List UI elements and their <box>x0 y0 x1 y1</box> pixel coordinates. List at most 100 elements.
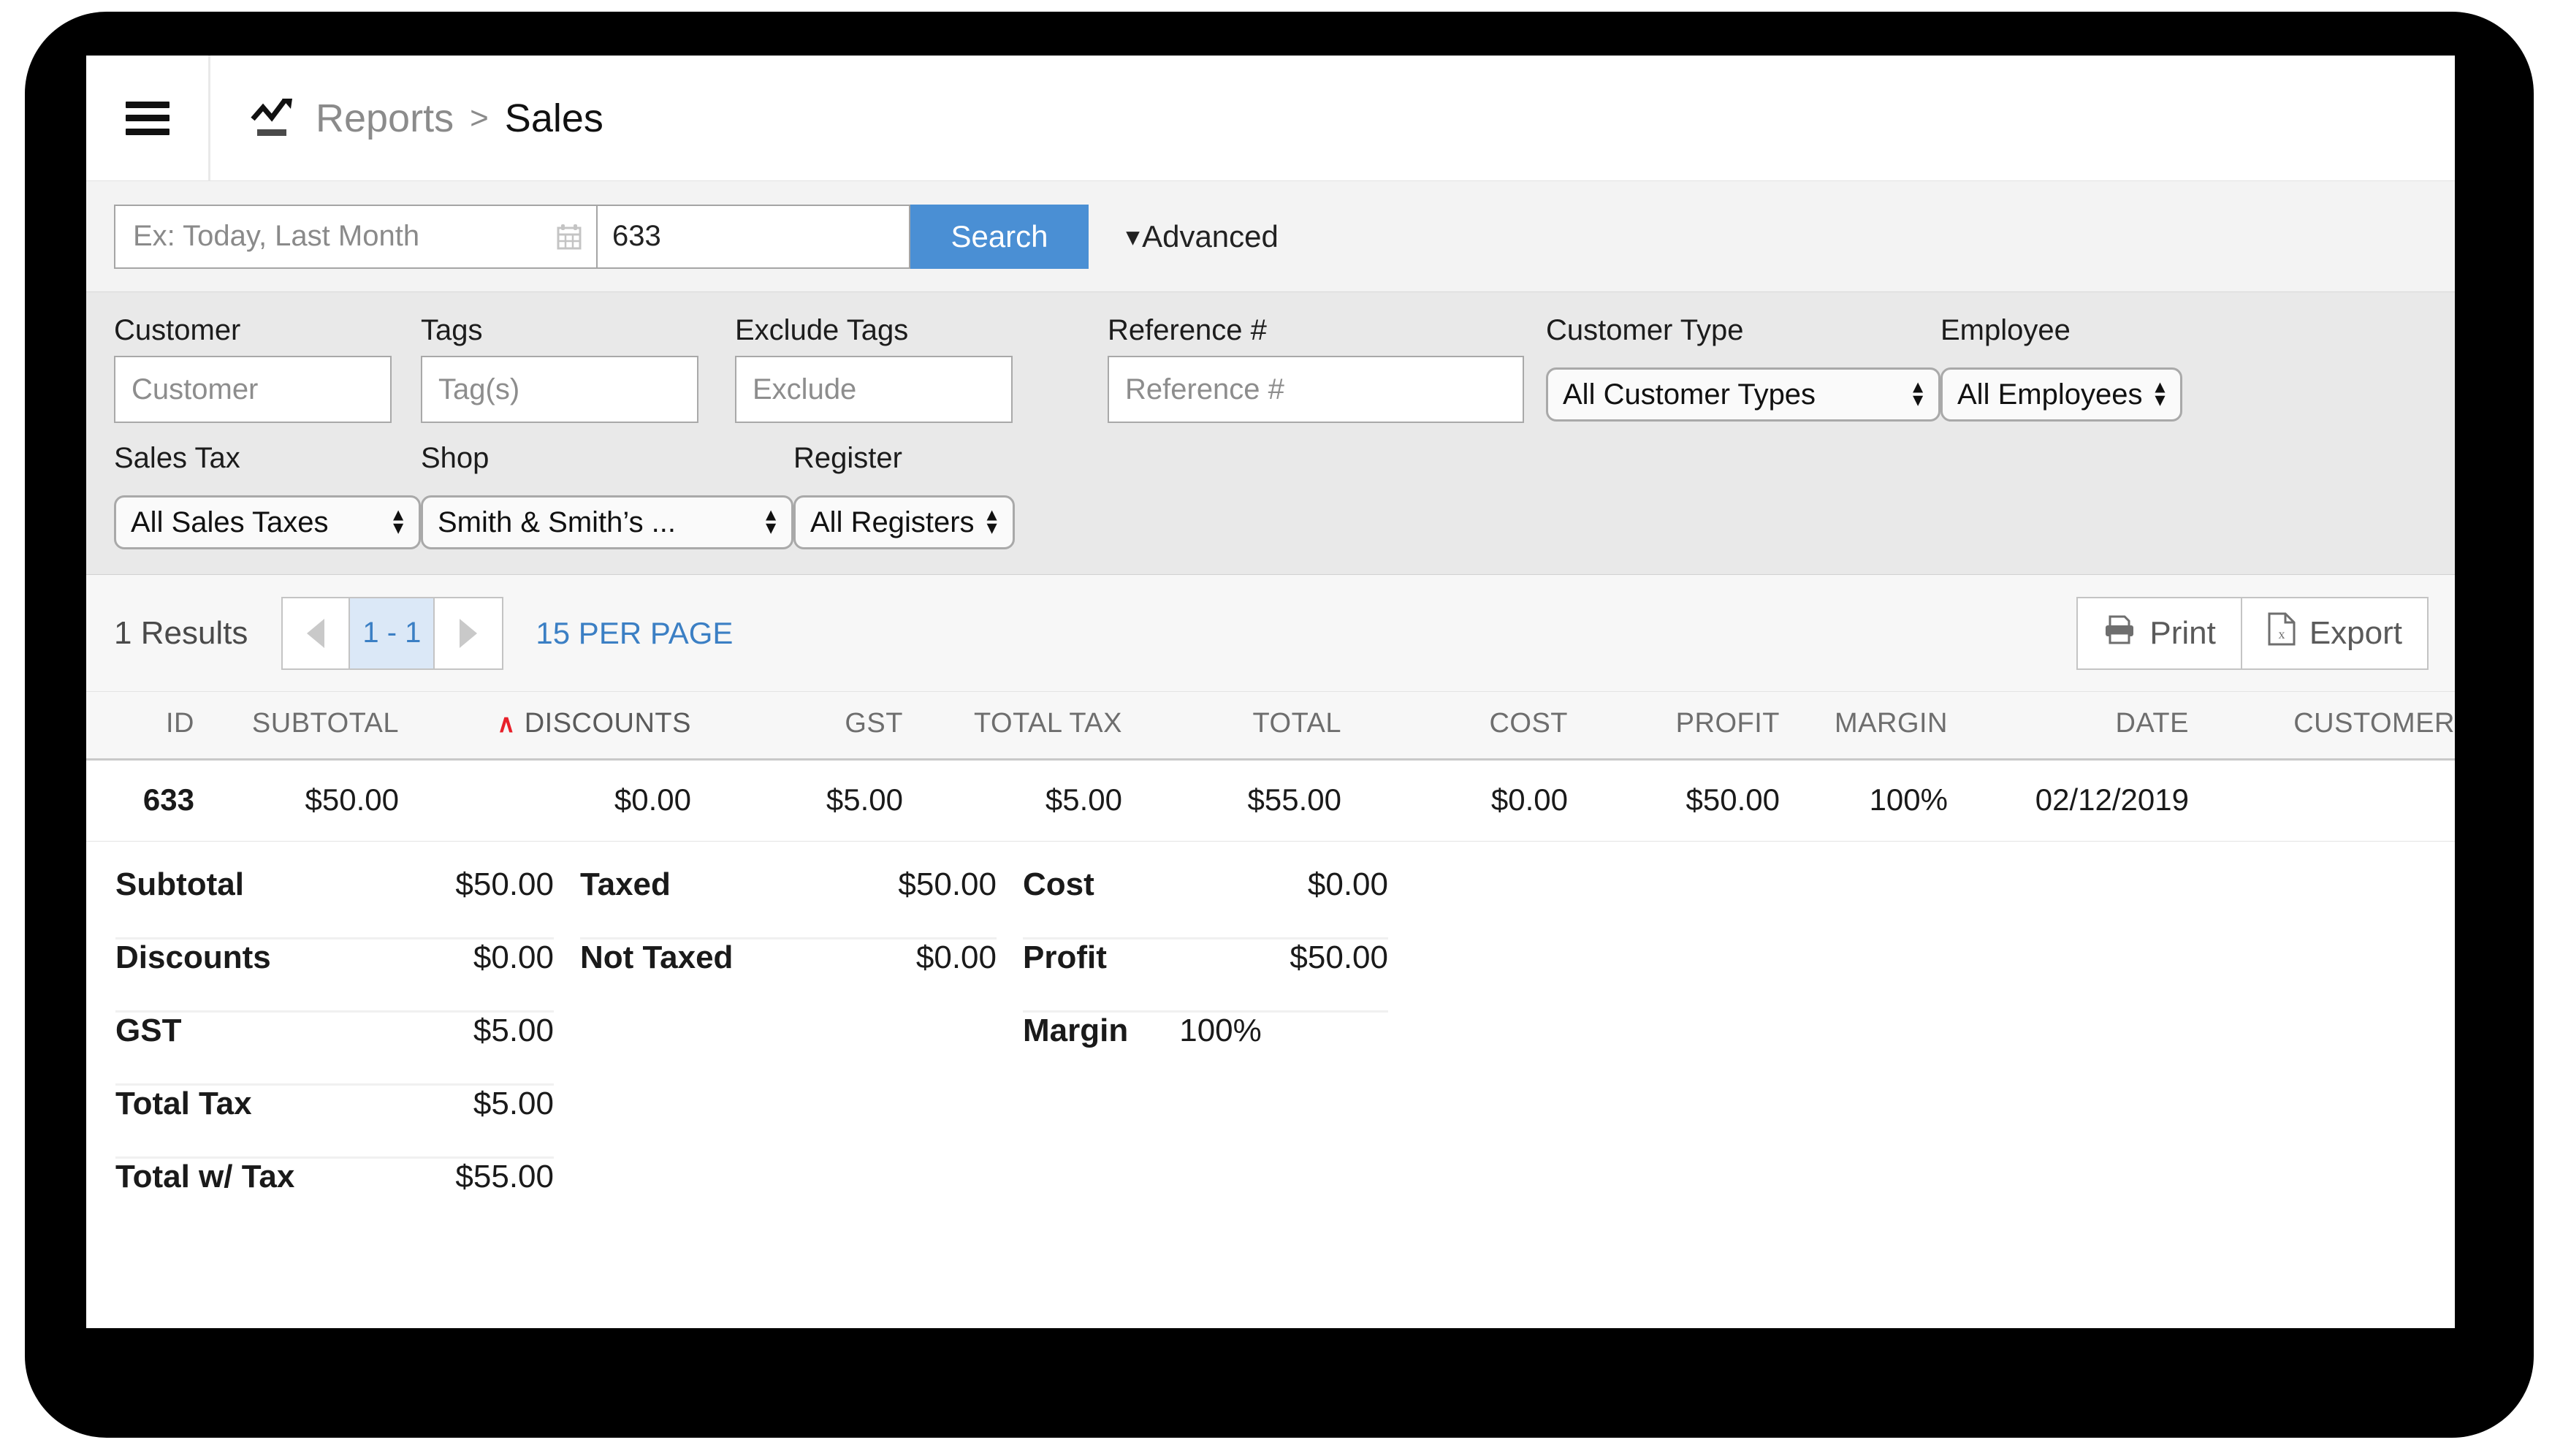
chevron-down-icon: ▾ <box>1127 222 1140 251</box>
pagination-prev-button[interactable] <box>283 598 351 668</box>
summary-value-total-with-tax: $55.00 <box>455 1159 554 1194</box>
hamburger-menu-button[interactable] <box>86 56 210 180</box>
sort-ascending-icon: ∧ <box>497 710 516 738</box>
column-header-id[interactable]: ID <box>86 692 194 761</box>
exclude-tags-input[interactable] <box>735 356 1013 423</box>
column-header-date[interactable]: DATE <box>1948 692 2189 761</box>
advanced-toggle[interactable]: ▾ Advanced <box>1127 219 1279 254</box>
line-chart-icon <box>250 98 295 138</box>
search-button[interactable]: Search <box>910 204 1089 269</box>
export-button[interactable]: x Export <box>2241 598 2427 668</box>
pagination: 1 - 1 <box>281 596 504 670</box>
column-header-discounts-label: DISCOUNTS <box>524 708 691 739</box>
summary-value-taxed: $50.00 <box>898 866 997 902</box>
summary-column-taxed: Taxed $50.00 Not Taxed $0.00 <box>580 866 997 1232</box>
summary-row-margin: Margin 100% <box>1023 1013 1388 1086</box>
sales-tax-value: All Sales Taxes <box>131 506 329 538</box>
cell-total: $55.00 <box>1122 759 1341 842</box>
column-header-cost[interactable]: COST <box>1341 692 1568 761</box>
register-select[interactable]: All Registers ▲ ▼ <box>793 495 1015 549</box>
summary-value-margin: 100% <box>1179 1013 1262 1048</box>
results-count: 1 Results <box>114 614 248 651</box>
filter-label-customer: Customer <box>114 314 241 346</box>
breadcrumb-link-reports[interactable]: Reports <box>316 96 454 141</box>
summary-label-cost: Cost <box>1023 866 1094 902</box>
column-header-profit[interactable]: PROFIT <box>1568 692 1780 761</box>
summary-row-total-tax: Total Tax $5.00 <box>115 1086 554 1159</box>
print-button[interactable]: Print <box>2078 598 2242 668</box>
filter-row-1: Customer Tags Exclude Tags Reference # C <box>114 314 2455 423</box>
cell-id[interactable]: 633 <box>86 759 194 842</box>
breadcrumb: Reports > Sales <box>210 56 603 180</box>
column-header-total[interactable]: TOTAL <box>1122 692 1341 761</box>
shop-value: Smith & Smith’s ... <box>438 506 677 538</box>
employee-select[interactable]: All Employees ▲ ▼ <box>1940 367 2183 422</box>
summary-row-not-taxed: Not Taxed $0.00 <box>580 939 997 1013</box>
per-page-selector[interactable]: 15 PER PAGE <box>536 616 733 651</box>
select-arrows-icon: ▲ ▼ <box>983 505 1001 538</box>
pagination-current-range[interactable]: 1 - 1 <box>350 598 435 668</box>
customer-input[interactable] <box>114 356 392 423</box>
toolbar-actions: Print x Export <box>2076 596 2429 670</box>
triangle-right-icon <box>460 618 478 648</box>
search-query-field[interactable] <box>596 204 910 269</box>
cell-discounts: $0.00 <box>399 759 691 842</box>
date-range-input[interactable] <box>115 220 596 253</box>
cell-profit: $50.00 <box>1568 759 1780 842</box>
search-bar: Search ▾ Advanced <box>86 181 2455 292</box>
results-toolbar: 1 Results 1 - 1 15 PER PAGE Print x Expo… <box>86 575 2455 692</box>
page-title: Sales <box>504 96 603 140</box>
table-body: 633 $50.00 $0.00 $5.00 $5.00 $55.00 $0.0… <box>86 759 2455 842</box>
table-header-row: ID SUBTOTAL ∧ DISCOUNTS GST TOTAL TAX TOT… <box>86 692 2455 761</box>
triangle-left-icon <box>307 618 325 648</box>
shop-select[interactable]: Smith & Smith’s ... ▲ ▼ <box>421 495 793 549</box>
sales-tax-select[interactable]: All Sales Taxes ▲ ▼ <box>114 495 421 549</box>
app-header: Reports > Sales <box>86 56 2455 181</box>
table-header: ID SUBTOTAL ∧ DISCOUNTS GST TOTAL TAX TOT… <box>86 692 2455 761</box>
column-header-discounts[interactable]: ∧ DISCOUNTS <box>399 692 691 761</box>
excel-file-icon: x <box>2267 612 2296 654</box>
breadcrumb-separator: > <box>470 99 489 136</box>
column-header-margin[interactable]: MARGIN <box>1780 692 1948 761</box>
summary-value-cost: $0.00 <box>1307 866 1388 902</box>
summary-row-profit: Profit $50.00 <box>1023 939 1388 1013</box>
filter-reference: Reference # <box>1108 314 1546 423</box>
summary-label-subtotal: Subtotal <box>115 866 244 902</box>
summary-label-total-with-tax: Total w/ Tax <box>115 1159 295 1194</box>
column-header-customer[interactable]: CUSTOMER <box>2189 692 2455 761</box>
summary-value-gst: $5.00 <box>473 1013 554 1048</box>
calendar-icon[interactable] <box>557 224 582 250</box>
filter-shop: Shop Smith & Smith’s ... ▲ ▼ <box>421 442 793 549</box>
summary-row-taxed: Taxed $50.00 <box>580 866 997 939</box>
filter-sales-tax: Sales Tax All Sales Taxes ▲ ▼ <box>114 442 421 549</box>
tags-input[interactable] <box>421 356 698 423</box>
cell-total-tax: $5.00 <box>903 759 1122 842</box>
pagination-next-button[interactable] <box>435 598 503 668</box>
column-header-total-tax[interactable]: TOTAL TAX <box>903 692 1122 761</box>
date-range-field[interactable] <box>114 204 596 269</box>
filter-label-exclude-tags: Exclude Tags <box>735 314 909 346</box>
filter-label-reference: Reference # <box>1108 314 1267 346</box>
search-input[interactable] <box>598 220 909 253</box>
summary-column-totals: Subtotal $50.00 Discounts $0.00 GST $5.0… <box>115 866 554 1232</box>
summary-column-profit: Cost $0.00 Profit $50.00 Margin 100% <box>1023 866 1388 1232</box>
filter-register: Register All Registers ▲ ▼ <box>793 442 1015 549</box>
customer-type-select[interactable]: All Customer Types ▲ ▼ <box>1546 367 1940 422</box>
reference-input[interactable] <box>1108 356 1524 423</box>
filter-label-employee: Employee <box>1940 314 2071 346</box>
cell-subtotal: $50.00 <box>194 759 399 842</box>
column-header-gst[interactable]: GST <box>691 692 903 761</box>
table-row[interactable]: 633 $50.00 $0.00 $5.00 $5.00 $55.00 $0.0… <box>86 759 2455 842</box>
select-arrows-icon: ▲ ▼ <box>762 505 780 538</box>
summary-value-subtotal: $50.00 <box>455 866 554 902</box>
filter-tags: Tags <box>421 314 735 423</box>
advanced-label: Advanced <box>1142 218 1279 254</box>
filter-employee: Employee All Employees ▲ ▼ <box>1940 314 2183 422</box>
employee-value: All Employees <box>1957 378 2143 411</box>
summary-value-not-taxed: $0.00 <box>915 939 997 975</box>
summary-row-gst: GST $5.00 <box>115 1013 554 1086</box>
column-header-subtotal[interactable]: SUBTOTAL <box>194 692 399 761</box>
summary-value-discounts: $0.00 <box>473 939 554 975</box>
filter-label-customer-type: Customer Type <box>1546 314 1744 346</box>
select-arrows-icon: ▲ ▼ <box>2151 377 2169 411</box>
